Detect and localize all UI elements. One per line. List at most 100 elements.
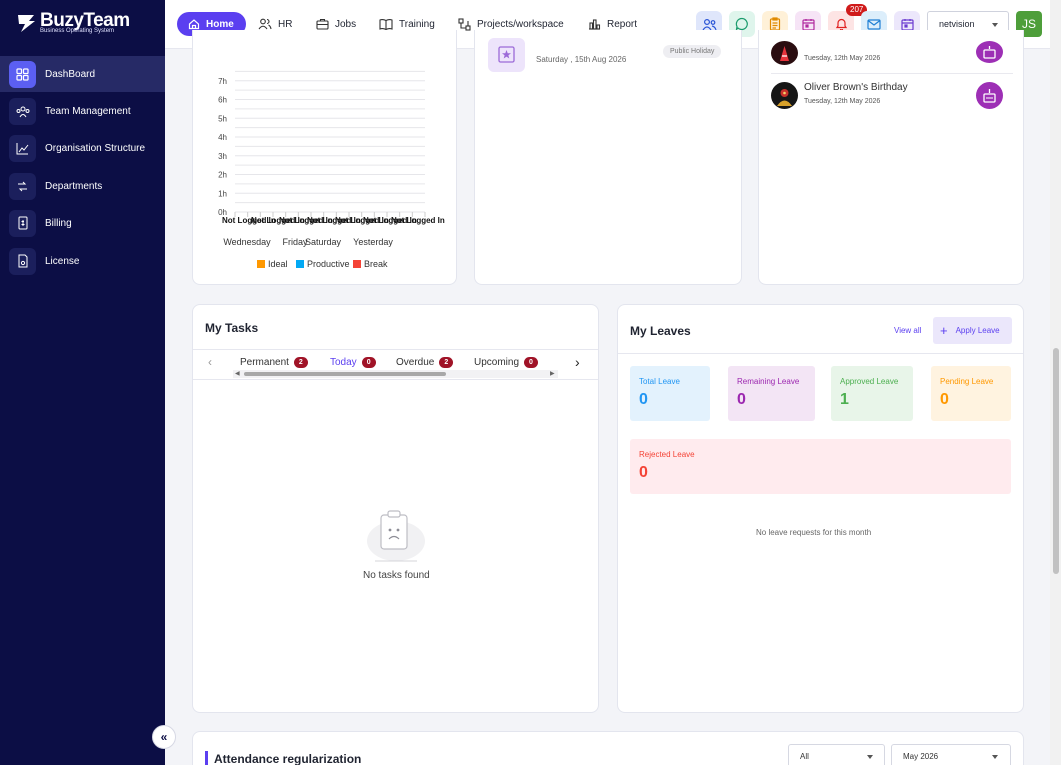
holiday-icon (488, 38, 525, 72)
tab-label: Upcoming (474, 357, 520, 368)
home-icon (188, 19, 200, 30)
tab-overdue[interactable]: Overdue 2 (396, 357, 454, 368)
cake-icon (976, 41, 1003, 63)
divider (618, 353, 1023, 354)
productivity-chart: 0h1h2h3h4h5h6h7hNot Logged InNot Logged … (218, 70, 445, 269)
nav-jobs-label: Jobs (335, 18, 357, 30)
x-tick-label: Saturday (305, 237, 342, 247)
y-tick-label: 6h (218, 96, 227, 105)
collapse-sidebar-button[interactable]: « (152, 725, 176, 749)
bell-icon (835, 18, 847, 31)
legend-swatch (296, 260, 304, 268)
remaining-leave-stat: Remaining Leave 0 (728, 366, 815, 421)
sidebar-item-license[interactable]: License (0, 243, 165, 279)
filter-select-value: All (800, 751, 809, 761)
book-icon (379, 19, 393, 30)
chevron-down-icon (992, 755, 998, 759)
people-icon (702, 18, 717, 30)
cake-icon (976, 82, 1003, 109)
stat-value: 0 (737, 391, 746, 408)
brand-logo[interactable]: BuzyTeam Business Operating System (16, 10, 156, 40)
view-all-link[interactable]: View all (894, 326, 921, 335)
tab-permanent[interactable]: Permanent 2 (240, 357, 308, 368)
leaves-empty-text: No leave requests for this month (756, 528, 872, 537)
tabs-scrollbar-thumb[interactable] (244, 372, 446, 376)
sidebar-item-label: Departments (45, 180, 103, 192)
y-tick-label: 3h (218, 152, 227, 161)
nav-hr-label: HR (278, 18, 293, 30)
attendance-filter-select[interactable]: All (788, 744, 885, 765)
my-leaves-title: My Leaves (630, 324, 691, 338)
stat-label: Total Leave (639, 377, 680, 386)
x-tick-label: Wednesday (223, 237, 271, 247)
stat-label: Remaining Leave (737, 377, 800, 386)
plus-icon: + (940, 323, 948, 338)
birthday-date: Tuesday, 12th May 2026 (804, 98, 881, 105)
tabs-prev-icon[interactable]: ‹ (208, 355, 212, 369)
nav-projects-label: Projects/workspace (477, 18, 564, 30)
divider (193, 379, 598, 380)
nav-report-label: Report (607, 18, 638, 30)
clipboard-icon (769, 17, 781, 31)
calendar-icon (900, 18, 914, 31)
legend-label: Break (364, 259, 388, 269)
y-tick-label: 1h (218, 189, 227, 198)
sidebar-item-label: Billing (45, 217, 72, 229)
tabs-scrollbar[interactable]: ◀ ▶ (233, 370, 558, 378)
stat-label: Rejected Leave (639, 450, 695, 459)
y-tick-label: 7h (218, 77, 227, 86)
briefcase-icon (316, 18, 329, 30)
nav-training-label: Training (399, 18, 435, 30)
projects-icon (458, 17, 471, 31)
tab-count-badge: 2 (439, 357, 454, 368)
sidebar-item-billing[interactable]: Billing (0, 205, 165, 241)
x-tick-label: Yesterday (353, 237, 393, 247)
organization-select-value: netvision (939, 19, 975, 29)
scroll-left-icon: ◀ (235, 371, 240, 377)
productivity-chart-card: 0h 1h 2h 3h 4h 5h 6h 7h Not Logged In Not Logged … (192, 30, 457, 285)
tab-label: Today (330, 357, 357, 368)
attendance-title: Attendance regularization (214, 752, 362, 765)
sidebar-item-dashboard[interactable]: DashBoard (0, 56, 165, 92)
holidays-card: Saturday , 15th Aug 2026 Public Holiday (474, 30, 742, 285)
holiday-date: Saturday , 15th Aug 2026 (536, 55, 627, 64)
stat-value: 1 (840, 391, 849, 408)
legend-label: Ideal (268, 259, 288, 269)
sidebar-item-team-management[interactable]: Team Management (0, 93, 165, 129)
sidebar-item-label: Team Management (45, 105, 131, 117)
tab-count-badge: 0 (524, 357, 538, 368)
legend-swatch (353, 260, 361, 268)
sidebar-item-organisation-structure[interactable]: Organisation Structure (0, 130, 165, 166)
empty-clipboard-icon (367, 510, 425, 562)
sidebar-item-label: Organisation Structure (45, 142, 146, 154)
stat-value: 0 (639, 464, 648, 481)
grid-icon (9, 60, 36, 88)
tab-today[interactable]: Today 0 (330, 357, 376, 368)
stat-label: Pending Leave (940, 377, 994, 386)
chat-icon (735, 17, 748, 31)
tabs-next-icon[interactable]: › (575, 354, 580, 370)
mail-icon (867, 18, 881, 30)
sidebar: BuzyTeam Business Operating System DashB… (0, 0, 165, 765)
stat-value: 0 (639, 391, 648, 408)
holiday-type-badge: Public Holiday (663, 45, 722, 58)
page-scrollbar-thumb[interactable] (1053, 348, 1059, 574)
tab-upcoming[interactable]: Upcoming 0 (474, 357, 538, 368)
month-select-value: May 2026 (903, 751, 939, 761)
brand-tagline: Business Operating System (40, 28, 115, 34)
scroll-right-icon: ▶ (550, 371, 555, 377)
nav-home-label: Home (206, 18, 234, 30)
y-tick-label: 5h (218, 114, 227, 123)
apply-leave-button[interactable]: + Apply Leave (933, 317, 1012, 344)
bar-annotation: Not Logged In (391, 216, 445, 225)
logo-icon (18, 15, 35, 32)
birthday-name: Oliver Brown's Birthday (804, 82, 908, 93)
people-icon (258, 18, 272, 30)
sidebar-item-departments[interactable]: Departments (0, 168, 165, 204)
bar-chart-icon (589, 19, 601, 30)
legend-swatch (257, 260, 265, 268)
rejected-leave-stat: Rejected Leave 0 (630, 439, 1011, 494)
sidebar-item-label: License (45, 255, 80, 267)
attendance-month-select[interactable]: May 2026 (891, 744, 1011, 765)
birthday-date: Tuesday, 12th May 2026 (804, 55, 881, 62)
